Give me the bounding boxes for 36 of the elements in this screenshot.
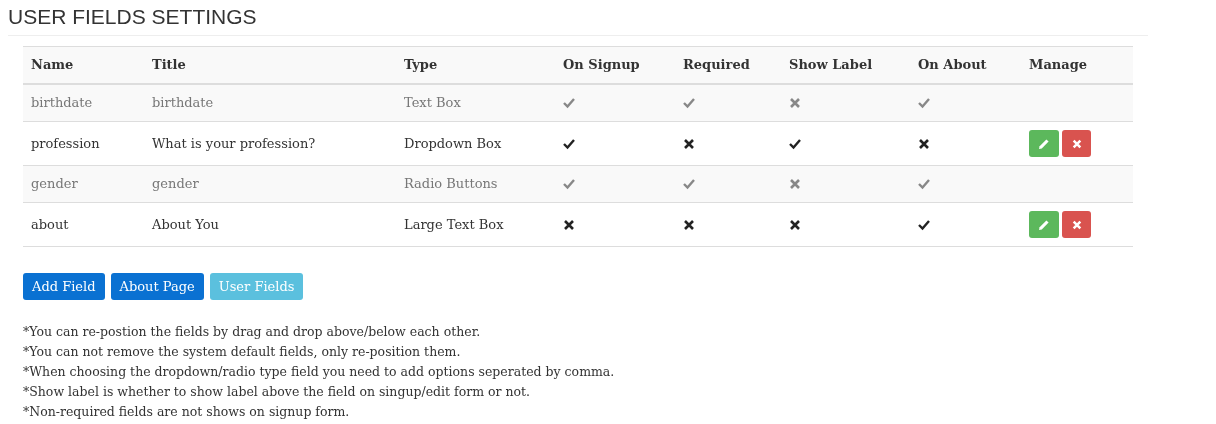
table-cell-text: gender	[151, 175, 200, 194]
delete-button[interactable]	[1062, 130, 1091, 157]
column-header: Name	[30, 56, 75, 75]
table-cell-text: about	[30, 215, 70, 234]
table-cell-text: birthdate	[30, 94, 94, 113]
note-text: *Show label is whether to show label above the field on singup/edit form or not.	[23, 383, 531, 401]
table-cell-text: Radio Buttons	[403, 175, 499, 194]
table-cell-text: About You	[151, 215, 220, 234]
page-title: USER FIELDS SETTINGS	[8, 4, 1148, 36]
column-header: On Signup	[562, 56, 641, 75]
table-cell-text: What is your profession?	[151, 134, 317, 153]
edit-button[interactable]	[1029, 211, 1059, 238]
edit-button[interactable]	[1029, 130, 1059, 157]
note-text: *You can re-postion the fields by drag and drop above/below each other.	[23, 323, 481, 341]
note-text: *You can not remove the system default fields, only re-position them.	[23, 343, 461, 361]
column-header: On About	[917, 56, 988, 75]
table-cell-text: Large Text Box	[403, 215, 505, 234]
delete-button[interactable]	[1062, 211, 1091, 238]
table-cell-text: Text Box	[403, 94, 462, 113]
column-header: Manage	[1028, 56, 1089, 75]
nav-button[interactable]: About Page	[110, 273, 204, 300]
note-text: *Non-required fields are not shows on signup form.	[23, 403, 350, 421]
column-header: Show Label	[788, 56, 874, 75]
nav-button[interactable]: Add Field	[23, 273, 105, 300]
column-header: Title	[151, 56, 187, 75]
close-icon	[1071, 138, 1082, 149]
pencil-icon	[1038, 137, 1050, 150]
close-icon	[1071, 219, 1082, 230]
table-cell-text: profession	[30, 134, 101, 153]
column-header: Type	[403, 56, 439, 75]
note-text: *When choosing the dropdown/radio type field you need to add options seperated by comma.	[23, 363, 615, 381]
table-cell-text: birthdate	[151, 94, 215, 113]
table-cell-text: gender	[30, 175, 79, 194]
table-cell-text: Dropdown Box	[403, 134, 503, 153]
pencil-icon	[1038, 218, 1050, 231]
column-header: Required	[682, 56, 751, 75]
